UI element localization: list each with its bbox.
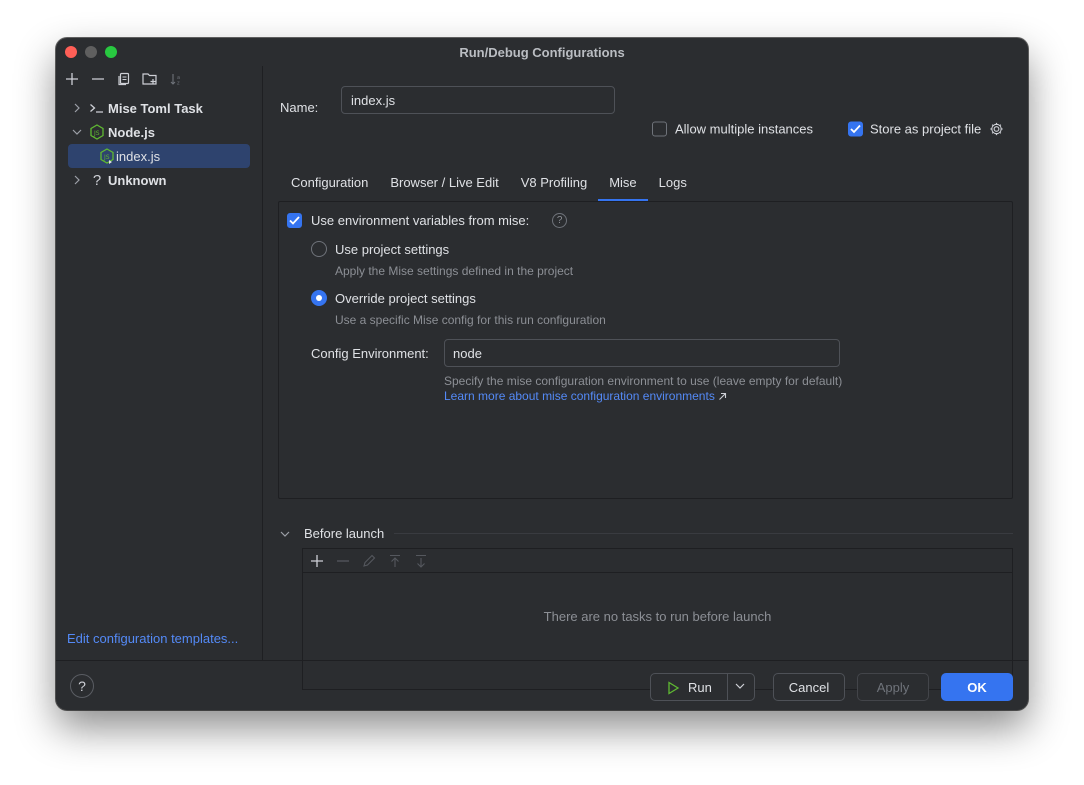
move-up-icon[interactable] (385, 551, 405, 571)
learn-more-row: Learn more about mise configuration envi… (444, 389, 727, 403)
window-controls (65, 46, 117, 58)
nodejs-config-icon: JS (98, 147, 116, 165)
run-split-button: Run (650, 673, 755, 701)
use-project-settings-hint: Apply the Mise settings defined in the p… (335, 264, 574, 278)
override-project-settings-radio[interactable] (311, 290, 327, 306)
minimize-window-button[interactable] (85, 46, 97, 58)
ok-button[interactable]: OK (941, 673, 1013, 701)
tasks-toolbar (303, 549, 1012, 573)
chevron-down-icon[interactable] (280, 530, 294, 538)
tree-item-label: Mise Toml Task (108, 100, 203, 116)
before-launch-label: Before launch (304, 526, 385, 541)
before-launch-header[interactable]: Before launch (280, 526, 1013, 541)
tab-v8-profiling[interactable]: V8 Profiling (510, 162, 598, 202)
empty-tasks-message: There are no tasks to run before launch (543, 609, 772, 624)
dialog-footer: ? Run Cancel Apply OK (56, 660, 1028, 710)
tab-logs[interactable]: Logs (648, 162, 698, 202)
use-project-settings-label: Use project settings (335, 241, 450, 257)
config-environment-value: node (453, 345, 482, 361)
title-bar[interactable]: Run/Debug Configurations (56, 38, 1028, 66)
chevron-down-icon[interactable] (70, 128, 84, 136)
edit-task-icon[interactable] (359, 551, 379, 571)
new-folder-icon[interactable] (140, 69, 160, 89)
copy-icon[interactable] (114, 69, 134, 89)
tree-item-label: index.js (116, 148, 161, 164)
maximize-window-button[interactable] (105, 46, 117, 58)
remove-icon[interactable] (88, 69, 108, 89)
tree-item-nodejs[interactable]: JS Node.js (56, 120, 262, 144)
configurations-sidebar: az Mise Toml Task JS Node.js JS index.js… (56, 66, 263, 660)
mise-settings-panel: Use environment variables from mise: ? U… (278, 201, 1013, 499)
terminal-icon (88, 99, 106, 117)
tab-configuration[interactable]: Configuration (280, 162, 379, 202)
external-link-icon (718, 392, 727, 401)
use-project-settings-option[interactable]: Use project settings (311, 241, 449, 257)
store-as-project-file-option[interactable]: Store as project file (848, 121, 1004, 137)
override-project-settings-option[interactable]: Override project settings (311, 290, 476, 306)
edit-configuration-templates-link[interactable]: Edit configuration templates... (67, 631, 238, 646)
remove-task-icon[interactable] (333, 551, 353, 571)
cancel-button[interactable]: Cancel (773, 673, 845, 701)
name-input-value: index.js (351, 92, 396, 108)
svg-text:JS: JS (103, 154, 110, 161)
tree-item-label: Node.js (108, 124, 155, 140)
override-project-settings-hint: Use a specific Mise config for this run … (335, 313, 606, 327)
sort-icon[interactable]: az (166, 69, 186, 89)
tree-item-unknown[interactable]: ? Unknown (56, 168, 262, 192)
allow-multiple-instances-checkbox[interactable] (652, 121, 667, 137)
help-button[interactable]: ? (70, 674, 94, 698)
run-button-label: Run (688, 680, 712, 695)
move-down-icon[interactable] (411, 551, 431, 571)
learn-more-link[interactable]: Learn more about mise configuration envi… (444, 389, 715, 403)
play-icon (667, 680, 680, 695)
name-row: Name: index.js (280, 86, 615, 115)
run-button[interactable]: Run (667, 680, 712, 695)
name-label: Name: (280, 100, 319, 115)
chevron-right-icon[interactable] (70, 175, 84, 185)
close-window-button[interactable] (65, 46, 77, 58)
config-tabs: Configuration Browser / Live Edit V8 Pro… (280, 162, 698, 202)
svg-text:JS: JS (93, 130, 100, 137)
name-input[interactable]: index.js (341, 86, 615, 114)
override-project-settings-label: Override project settings (335, 290, 476, 306)
store-as-project-file-checkbox[interactable] (848, 121, 863, 137)
use-env-checkbox[interactable] (287, 213, 302, 228)
allow-multiple-instances-option[interactable]: Allow multiple instances (652, 121, 814, 137)
use-project-settings-radio[interactable] (311, 241, 327, 257)
add-icon[interactable] (62, 69, 82, 89)
add-task-icon[interactable] (307, 551, 327, 571)
nodejs-icon: JS (88, 123, 106, 141)
run-debug-dialog: Run/Debug Configurations az Mise Toml Ta… (56, 38, 1028, 710)
chevron-right-icon[interactable] (70, 103, 84, 113)
window-title: Run/Debug Configurations (459, 44, 625, 60)
configuration-editor: Name: index.js Allow multiple instances … (264, 66, 1028, 690)
apply-button[interactable]: Apply (857, 673, 929, 701)
configurations-tree: Mise Toml Task JS Node.js JS index.js ? … (56, 96, 262, 192)
tree-item-label: Unknown (108, 172, 167, 188)
tree-item-index-js[interactable]: JS index.js (56, 144, 262, 168)
use-env-label: Use environment variables from mise: (311, 213, 530, 228)
sidebar-toolbar: az (56, 66, 262, 92)
question-icon: ? (92, 171, 102, 189)
tab-mise[interactable]: Mise (598, 162, 649, 202)
allow-multiple-instances-label: Allow multiple instances (675, 121, 814, 137)
svg-text:z: z (177, 81, 180, 87)
store-as-project-file-label: Store as project file (870, 121, 982, 137)
config-environment-input[interactable]: node (444, 339, 840, 367)
config-environment-hint: Specify the mise configuration environme… (444, 374, 843, 388)
tab-browser-live-edit[interactable]: Browser / Live Edit (379, 162, 509, 202)
help-icon[interactable]: ? (552, 213, 568, 228)
tree-item-mise-toml-task[interactable]: Mise Toml Task (56, 96, 262, 120)
gear-icon[interactable] (989, 122, 1004, 137)
config-environment-label: Config Environment: (311, 346, 429, 361)
use-env-option[interactable]: Use environment variables from mise: ? (287, 213, 568, 228)
chevron-down-icon[interactable] (735, 682, 745, 690)
